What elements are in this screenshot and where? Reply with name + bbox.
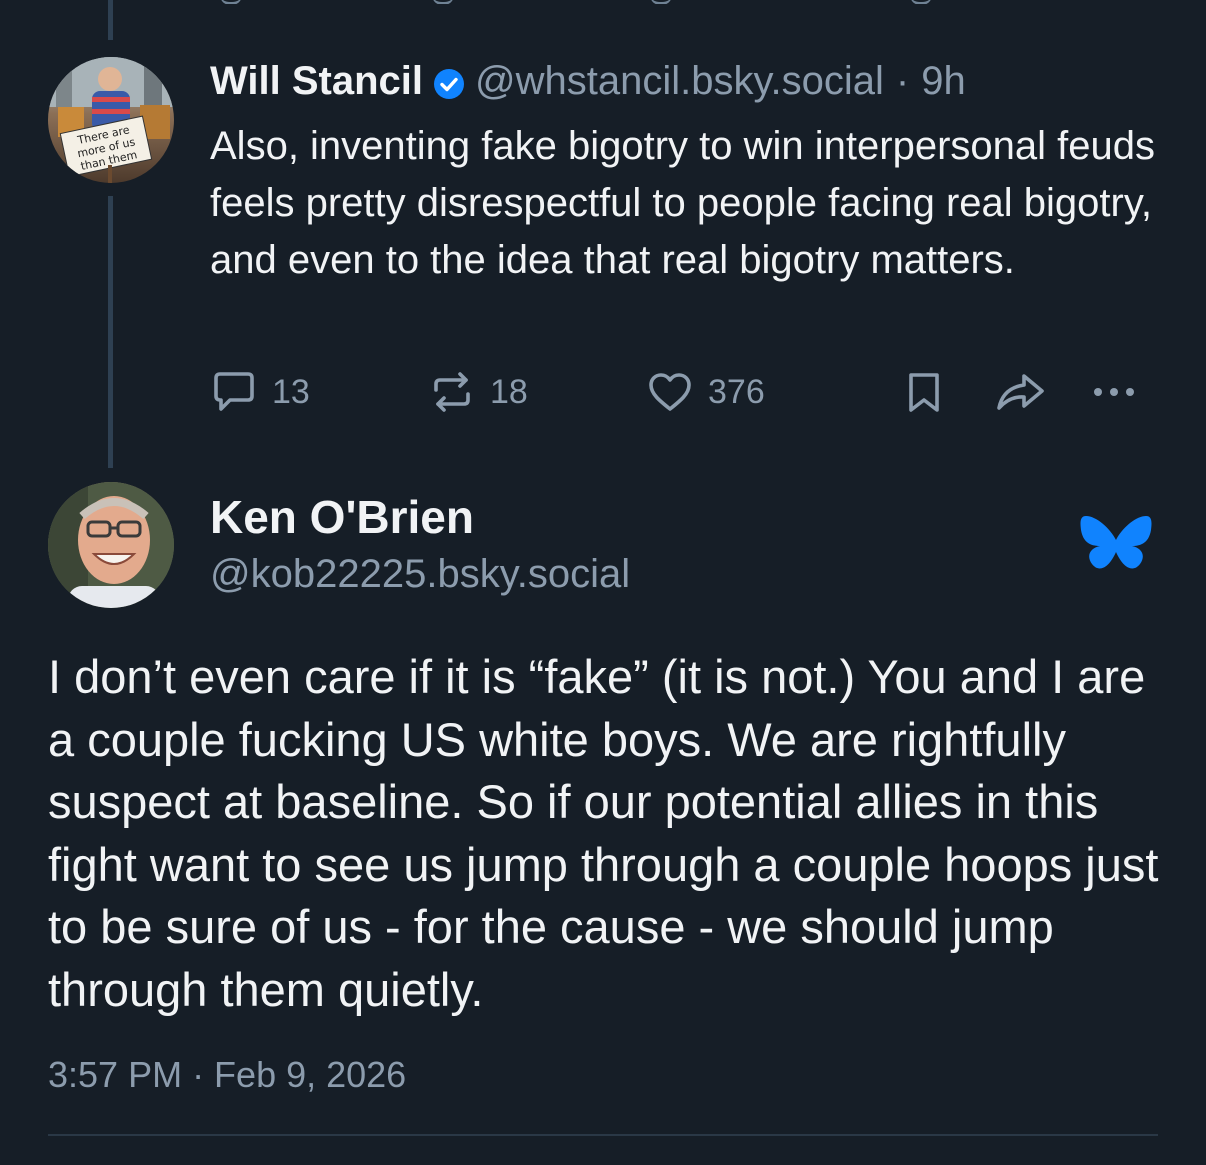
thread-line: [108, 0, 113, 40]
like-count: 376: [708, 372, 765, 411]
bookmark-button[interactable]: [900, 364, 948, 420]
post-text: Also, inventing fake bigotry to win inte…: [210, 124, 1155, 282]
bookmark-icon: [900, 368, 948, 416]
reply-button[interactable]: 13: [210, 364, 310, 420]
post-age[interactable]: 9h: [921, 59, 966, 104]
repost-icon: [428, 368, 476, 416]
parent-post-header: Will Stancil @whstancil.bsky.social · 9h: [210, 56, 966, 106]
repost-count: 18: [490, 372, 528, 411]
meta-separator: ·: [895, 58, 910, 103]
post-text: I don’t even care if it is “fake” (it is…: [48, 650, 1159, 1016]
more-dots-icon: [1088, 368, 1140, 416]
post-actions: 13 18 376: [210, 364, 1150, 420]
like-button[interactable]: 376: [646, 364, 765, 420]
author-handle[interactable]: @kob22225.bsky.social: [210, 552, 630, 597]
verified-check-icon: [433, 65, 465, 99]
share-button[interactable]: [994, 364, 1048, 420]
previous-post-actions-cut: [210, 0, 1010, 4]
avatar-photo: There are more of us than them: [48, 57, 174, 183]
author-name[interactable]: Ken O'Brien: [210, 490, 474, 544]
reply-count: 13: [272, 372, 310, 411]
avatar-photo: [48, 482, 174, 608]
repost-button[interactable]: 18: [428, 364, 528, 420]
avatar[interactable]: There are more of us than them: [48, 57, 174, 183]
heart-icon: [646, 368, 694, 416]
author-handle[interactable]: @whstancil.bsky.social: [475, 59, 884, 104]
divider: [48, 1134, 1158, 1136]
post-timestamp[interactable]: 3:57 PM · Feb 9, 2026: [48, 1054, 406, 1096]
thread-line: [108, 196, 113, 468]
author-name[interactable]: Will Stancil: [210, 59, 423, 104]
reply-bubble-icon: [210, 368, 258, 416]
share-arrow-icon: [994, 368, 1048, 416]
more-options-button[interactable]: [1088, 364, 1140, 420]
avatar[interactable]: [48, 482, 174, 608]
bluesky-butterfly-icon: [1080, 512, 1152, 576]
